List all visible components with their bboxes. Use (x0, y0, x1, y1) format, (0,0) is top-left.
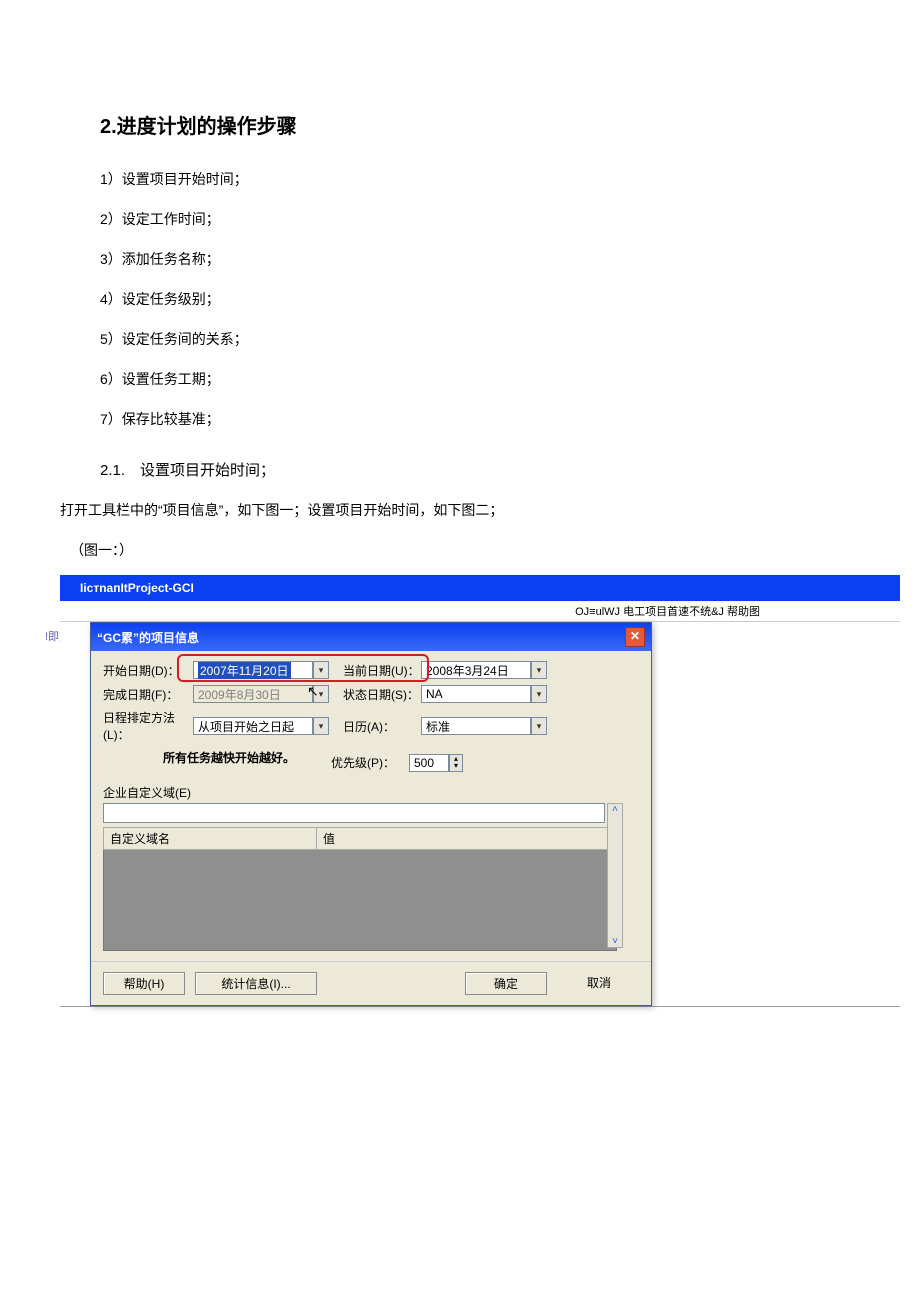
app-menubar-text: OJ≡ulWJ 电工项目首速不统&J 帮助图 (60, 601, 900, 622)
start-date-value: 2007年11月20日 (198, 662, 291, 679)
project-info-dialog: “GC累”的项目信息 ✕ ↖ 开始日期(D)： 2007年11月20日 ▾ 当前… (90, 622, 652, 1006)
start-date-field[interactable]: 2007年11月20日 (193, 661, 313, 679)
label-calendar: 日历(A)： (343, 718, 421, 735)
schedule-hint: 所有任务越快开始越好。 (163, 749, 331, 766)
step-2: 2）设定工作时间； (100, 209, 860, 229)
dialog-titlebar: “GC累”的项目信息 ✕ (91, 623, 651, 651)
custom-grid-body (103, 850, 617, 951)
label-status-date: 状态日期(S)： (343, 686, 421, 703)
step-5: 5）设定任务间的关系； (100, 329, 860, 349)
step-list: 1）设置项目开始时间； 2）设定工作时间； 3）添加任务名称； 4）设定任务级别… (100, 169, 860, 429)
help-button[interactable]: 帮助(H) (103, 972, 185, 995)
label-schedule-from: 日程排定方法(L)： (103, 709, 193, 743)
close-icon[interactable]: ✕ (625, 627, 645, 647)
grid-scrollbar[interactable]: ˄ ˅ (607, 803, 623, 948)
custom-grid-header: 自定义域名 值 (103, 827, 617, 850)
step-4: 4）设定任务级别； (100, 289, 860, 309)
label-enterprise-fields: 企业自定义域(E) (103, 784, 639, 801)
section-heading: 2.进度计划的操作步骤 (100, 110, 860, 139)
start-date-dropdown-icon[interactable]: ▾ (313, 661, 329, 679)
step-6: 6）设置任务工期； (100, 369, 860, 389)
label-priority: 优先级(P)： (331, 754, 409, 771)
app-titlebar: IiстnапItProject-GCI (60, 575, 900, 601)
priority-spinner-icon[interactable]: ▴▾ (449, 754, 463, 772)
dialog-button-row: 帮助(H) 统计信息(I)... 确定 取消 (91, 961, 651, 1005)
stats-button[interactable]: 统计信息(I)... (195, 972, 317, 995)
ok-button[interactable]: 确定 (465, 972, 547, 995)
label-finish-date: 完成日期(F)： (103, 686, 193, 703)
label-start-date: 开始日期(D)： (103, 662, 193, 679)
figure-label: （图一：） (70, 540, 860, 560)
enterprise-input[interactable] (103, 803, 605, 823)
scroll-down-icon[interactable]: ˅ (612, 936, 618, 947)
grid-col-name: 自定义域名 (104, 828, 317, 849)
current-date-field[interactable]: 2008年3月24日 (421, 661, 531, 679)
dialog-title-text: “GC累”的项目信息 (97, 629, 199, 646)
priority-field[interactable]: 500 (409, 754, 449, 772)
paragraph: 打开工具栏中的“项目信息”，如下图一；设置项目开始时间，如下图二； (60, 500, 860, 520)
subsection-heading: 2.1. 设置项目开始时间； (100, 459, 860, 480)
label-current-date: 当前日期(U)： (343, 662, 421, 679)
status-date-dropdown-icon[interactable]: ▾ (531, 685, 547, 703)
schedule-from-dropdown-icon[interactable]: ▾ (313, 717, 329, 735)
finish-date-dropdown-icon: ▾ (313, 685, 329, 703)
grid-col-value: 值 (317, 828, 616, 849)
cancel-button[interactable]: 取消 (559, 972, 639, 995)
step-3: 3）添加任务名称； (100, 249, 860, 269)
status-date-field[interactable]: NA (421, 685, 531, 703)
step-7: 7）保存比较基准； (100, 409, 860, 429)
scroll-up-icon[interactable]: ˄ (612, 804, 618, 815)
current-date-dropdown-icon[interactable]: ▾ (531, 661, 547, 679)
screenshot-figure: IiстnапItProject-GCI OJ≡ulWJ 电工项目首速不统&J … (60, 575, 900, 1007)
calendar-dropdown-icon[interactable]: ▾ (531, 717, 547, 735)
finish-date-field: 2009年8月30日 (193, 685, 313, 703)
schedule-from-field[interactable]: 从项目开始之日起 (193, 717, 313, 735)
calendar-field[interactable]: 标准 (421, 717, 531, 735)
step-1: 1）设置项目开始时间； (100, 169, 860, 189)
